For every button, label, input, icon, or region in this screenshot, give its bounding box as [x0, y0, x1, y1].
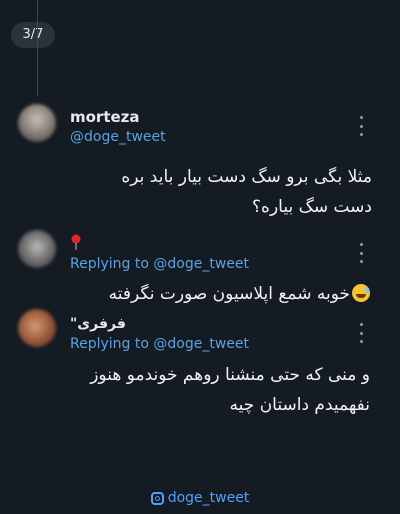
tweet-text-line: دست سگ بیاره؟ — [252, 197, 372, 217]
instagram-icon — [150, 491, 164, 505]
grinning-sweat-emoji-icon — [352, 284, 370, 302]
tweet-author-name[interactable]: morteza — [70, 108, 140, 126]
gallery-counter: 3/7 — [11, 22, 55, 48]
more-options-icon[interactable] — [358, 116, 364, 136]
avatar[interactable] — [18, 104, 56, 142]
thread-line — [37, 0, 38, 96]
avatar[interactable] — [18, 230, 56, 268]
reply-text-line: نفهمیدم داستان چیه — [229, 395, 370, 415]
reply-text: خوبه شمع اپلاسیون صورت نگرفته — [50, 279, 370, 309]
more-options-icon[interactable] — [358, 243, 364, 263]
instagram-handle: doge_tweet — [167, 490, 250, 506]
replying-to-label[interactable]: Replying to @doge_tweet — [70, 336, 249, 352]
instagram-credit: doge_tweet — [0, 486, 400, 510]
screenshot-frame: 3/7 morteza @doge_tweet مثلا بگی برو سگ … — [0, 0, 400, 514]
reply-text: و منی که حتی منشنا روهم خوندمو هنوز نفهم… — [50, 360, 370, 420]
more-options-icon[interactable] — [358, 323, 364, 343]
reply-author-name[interactable]: فرفری" — [70, 316, 126, 332]
avatar[interactable] — [18, 309, 56, 347]
red-pin-icon — [71, 234, 81, 250]
tweet-text-line: مثلا بگی برو سگ دست بیار باید بره — [121, 167, 372, 187]
reply-text-content: خوبه شمع اپلاسیون صورت نگرفته — [108, 284, 350, 304]
tweet-text: مثلا بگی برو سگ دست بیار باید بره دست سگ… — [52, 162, 372, 222]
tweet-author-handle[interactable]: @doge_tweet — [70, 129, 166, 145]
reply-text-line: و منی که حتی منشنا روهم خوندمو هنوز — [90, 365, 370, 385]
replying-to-label[interactable]: Replying to @doge_tweet — [70, 256, 249, 272]
